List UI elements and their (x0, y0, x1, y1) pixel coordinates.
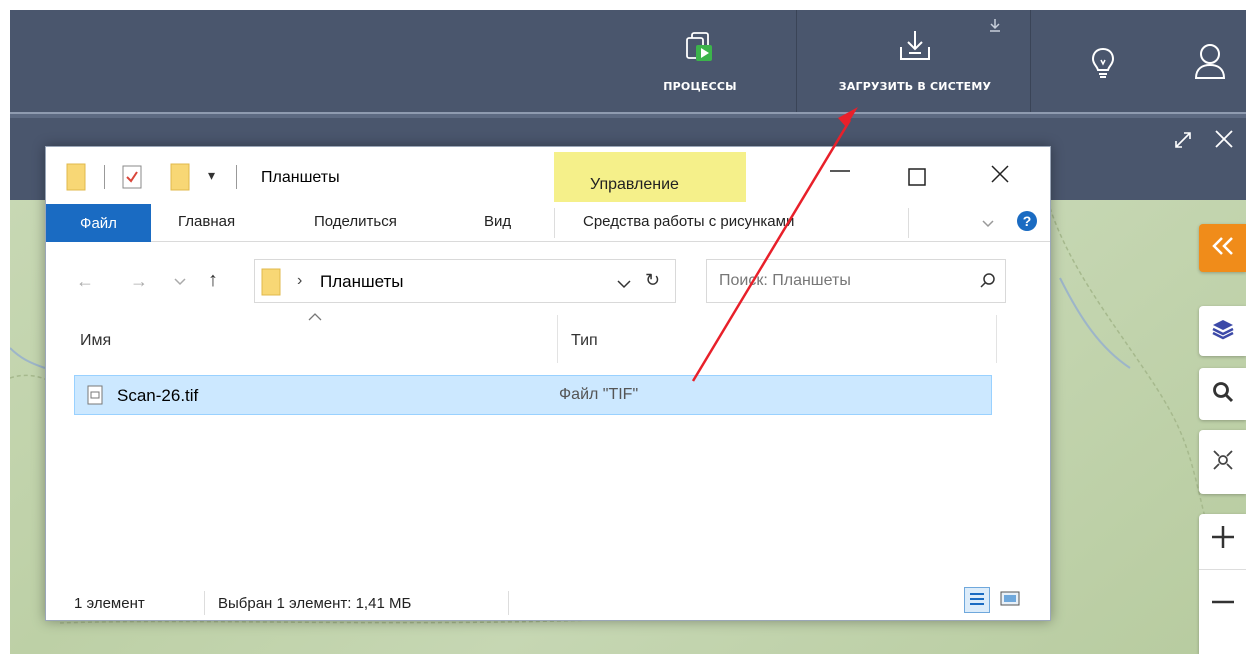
details-view-icon[interactable] (964, 587, 990, 613)
upload-icon (896, 29, 934, 68)
item-count: 1 элемент (74, 595, 145, 612)
navigation-bar: ← → ↑ › Планшеты ↻ Поиск: Планшеты (46, 259, 1050, 303)
qat-separator (104, 165, 105, 189)
forward-arrow-icon[interactable]: → (130, 271, 148, 292)
address-bar[interactable]: › Планшеты ↻ (254, 259, 676, 303)
folder-icon (66, 161, 86, 196)
topbar-divider (1030, 10, 1031, 112)
collapse-panel-button[interactable] (1199, 224, 1246, 272)
processes-label: ПРОЦЕССЫ (663, 80, 737, 93)
close-panel-icon[interactable] (1213, 128, 1235, 156)
status-separator (508, 591, 509, 615)
breadcrumb-chevron-icon: › (297, 272, 303, 289)
zoom-control (1199, 514, 1246, 654)
sort-ascending-icon (308, 309, 322, 327)
lightbulb-icon[interactable] (1090, 46, 1116, 85)
tab-file[interactable]: Файл (46, 204, 151, 242)
app-topbar: ПРОЦЕССЫ ЗАГРУЗИТЬ В СИСТЕМУ (10, 10, 1246, 112)
column-header-name[interactable]: Имя (80, 332, 111, 350)
zoom-in-icon[interactable] (1210, 524, 1236, 555)
user-icon[interactable] (1193, 42, 1227, 85)
zoom-out-icon[interactable] (1210, 592, 1236, 610)
search-input[interactable]: Поиск: Планшеты (706, 259, 1006, 303)
tab-home[interactable]: Главная (178, 213, 235, 230)
layers-icon (1211, 317, 1235, 346)
properties-check-icon[interactable] (122, 165, 142, 194)
manage-tab-label: Управление (590, 176, 679, 193)
processes-button[interactable]: ПРОЦЕССЫ (640, 10, 760, 112)
recent-locations-icon[interactable] (174, 273, 186, 291)
explorer-titlebar[interactable]: ▾ Планшеты Управление (46, 147, 1050, 202)
fullscreen-icon (1211, 448, 1235, 477)
manage-tab[interactable]: Управление (554, 152, 746, 202)
image-file-icon (87, 385, 103, 410)
expand-icon[interactable] (1173, 130, 1193, 156)
new-folder-icon[interactable] (170, 161, 190, 196)
help-icon[interactable]: ? (1016, 210, 1038, 237)
window-title: Планшеты (261, 169, 340, 186)
ribbon-separator (908, 208, 909, 238)
address-dropdown-icon[interactable] (617, 276, 631, 294)
ribbon-tabs: Файл Главная Поделиться Вид Средства раб… (46, 204, 1050, 242)
status-separator (204, 591, 205, 615)
column-separator[interactable] (996, 315, 997, 363)
magnifier-icon (1211, 380, 1235, 409)
tab-picture-tools[interactable]: Средства работы с рисунками (583, 213, 794, 230)
ribbon-separator (554, 208, 555, 238)
selection-info: Выбран 1 элемент: 1,41 МБ (218, 595, 412, 612)
file-row[interactable]: Scan-26.tif Файл "TIF" (74, 375, 992, 415)
column-header-type[interactable]: Тип (571, 332, 598, 350)
topbar-divider (796, 10, 797, 112)
address-folder-icon (261, 266, 281, 301)
back-arrow-icon[interactable]: ← (76, 271, 94, 292)
title-separator (236, 165, 237, 189)
maximize-icon[interactable] (908, 165, 926, 193)
download-small-icon[interactable] (988, 18, 1002, 39)
refresh-icon[interactable]: ↻ (645, 270, 660, 291)
up-arrow-icon[interactable]: ↑ (208, 269, 218, 292)
qat-dropdown-icon[interactable]: ▾ (208, 167, 215, 184)
svg-text:?: ? (1023, 213, 1032, 229)
file-explorer-window: ▾ Планшеты Управление Файл Главная Подел… (45, 146, 1051, 621)
minimize-icon[interactable] (828, 153, 852, 184)
layers-button[interactable] (1199, 306, 1246, 356)
expand-ribbon-icon[interactable] (982, 215, 994, 233)
tab-view[interactable]: Вид (484, 213, 511, 230)
fullscreen-button[interactable] (1199, 430, 1246, 494)
map-search-button[interactable] (1199, 368, 1246, 420)
large-icons-view-icon[interactable] (998, 587, 1024, 613)
file-type: Файл "TIF" (559, 386, 639, 403)
search-icon[interactable] (979, 272, 997, 295)
double-chevron-left-icon (1210, 235, 1236, 262)
zoom-divider (1199, 569, 1246, 570)
address-path: Планшеты (320, 272, 404, 291)
upload-label: ЗАГРУЗИТЬ В СИСТЕМУ (838, 80, 992, 93)
close-window-icon[interactable] (990, 163, 1010, 191)
file-name: Scan-26.tif (117, 386, 199, 405)
status-bar: 1 элемент Выбран 1 элемент: 1,41 МБ (46, 587, 1050, 621)
processes-icon (683, 29, 717, 68)
column-separator[interactable] (557, 315, 558, 363)
search-placeholder: Поиск: Планшеты (719, 272, 851, 289)
tab-share[interactable]: Поделиться (314, 213, 397, 230)
